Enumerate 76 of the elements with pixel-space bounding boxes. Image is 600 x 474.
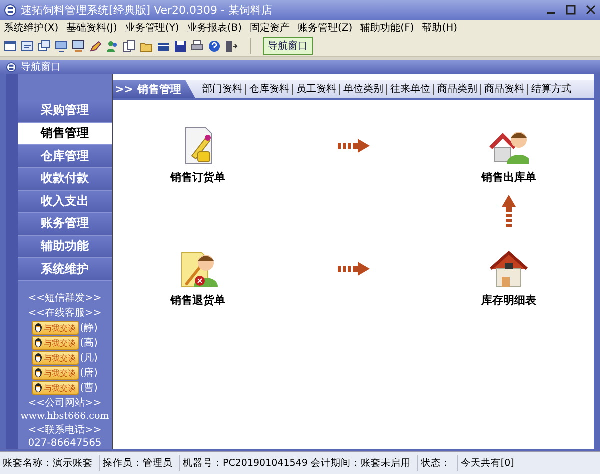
contact-name: (高)	[80, 336, 98, 350]
status-text: 机器号：PC201901041549 会计期间：账套未启用	[180, 455, 418, 471]
panel-title: >> 销售管理	[113, 80, 196, 98]
chat-badge-text: 与我交谈	[44, 368, 76, 378]
sidebar-link[interactable]: <<在线客服>>	[28, 306, 102, 320]
chat-badge-text: 与我交谈	[44, 322, 76, 334]
node-label[interactable]: 销售退货单	[170, 293, 226, 308]
sidebar-link[interactable]: <<联系电话>>	[28, 423, 102, 437]
contact-name: (唐)	[80, 366, 98, 380]
dashed-arrow-icon	[338, 138, 370, 152]
header-link[interactable]: 商品类别	[433, 84, 480, 94]
print-icon[interactable]	[191, 40, 204, 52]
header-link[interactable]: 员工资料	[292, 84, 340, 94]
sidebar-item[interactable]: 账务管理	[18, 213, 112, 236]
sidebar-item[interactable]: 销售管理	[18, 122, 112, 146]
menu-item[interactable]: 业务报表(B)	[187, 21, 242, 35]
menu-item[interactable]: 账务管理(Z)	[298, 21, 353, 35]
sidebar-item[interactable]: 采购管理	[18, 100, 112, 123]
sidebar-item[interactable]: 收款付款	[18, 168, 112, 190]
status-text: 操作员：管理员	[100, 455, 180, 471]
pen-icon[interactable]	[89, 40, 102, 52]
people-icon[interactable]	[106, 40, 119, 52]
chat-badge-text: 与我交谈	[44, 338, 76, 348]
dashed-arrow-icon	[338, 262, 370, 276]
sidebar-item[interactable]: 收入支出	[18, 190, 112, 214]
help-icon[interactable]	[208, 40, 221, 52]
header-link[interactable]: 单位类别	[339, 84, 386, 94]
node-label[interactable]: 库存明细表	[482, 293, 536, 308]
menu-item[interactable]: 帮助(H)	[422, 21, 458, 35]
header-link[interactable]: 往来单位	[386, 84, 434, 94]
exit-icon[interactable]	[225, 40, 238, 52]
computer-icon[interactable]	[72, 40, 85, 52]
app-logo-icon	[6, 62, 17, 72]
menu-item[interactable]: 固定资产	[250, 21, 290, 35]
nav-window-button[interactable]: 导航窗口	[263, 37, 313, 55]
app-logo-icon	[4, 4, 17, 16]
maximize-icon[interactable]	[566, 5, 576, 15]
penguin-icon	[34, 323, 44, 333]
header-link[interactable]: 仓库资料	[245, 84, 292, 94]
penguin-icon	[34, 353, 44, 363]
contact-name: (凡)	[80, 352, 98, 365]
penguin-icon	[34, 338, 44, 348]
phone-number: 027-86647565	[28, 438, 102, 449]
dashed-arrow-icon	[502, 195, 516, 227]
window-title: 速拓饲料管理系统[经典版] Ver20.0309 - 某饲料店	[21, 2, 274, 18]
subwindow-title: 导航窗口	[21, 60, 61, 74]
menu-item[interactable]: 业务管理(Y)	[125, 21, 180, 35]
sidebar-item[interactable]: 辅助功能	[18, 236, 112, 258]
node-label[interactable]: 销售订货单	[170, 170, 226, 185]
menu-item[interactable]: 系统维护(X)	[4, 21, 59, 35]
chat-badge-text: 与我交谈	[44, 352, 76, 364]
header-link[interactable]: 结算方式	[527, 84, 574, 94]
chat-badge-text: 与我交谈	[44, 382, 76, 394]
windows-icon[interactable]	[38, 40, 51, 52]
close-icon[interactable]	[586, 5, 596, 15]
header-link[interactable]: 部门资料	[199, 84, 246, 94]
menu-item[interactable]: 基础资料(J)	[66, 21, 118, 35]
sidebar-link[interactable]: <<短信群发>>	[28, 291, 102, 305]
status-text: 状态：	[418, 455, 458, 471]
monitor-icon[interactable]	[55, 40, 68, 52]
status-text: 账套名称：演示账套	[0, 455, 100, 471]
documents-icon[interactable]	[123, 40, 136, 52]
node-label[interactable]: 销售出库单	[482, 170, 536, 185]
contact-name: (静)	[80, 322, 98, 335]
contact-name: (曹)	[80, 382, 98, 395]
sidebar-link[interactable]: <<公司网站>>	[28, 396, 102, 410]
menu-item[interactable]: 辅助功能(F)	[360, 21, 414, 35]
penguin-icon	[34, 368, 44, 378]
save-icon[interactable]	[174, 40, 187, 52]
website-link[interactable]: www.hbst666.com	[20, 411, 110, 422]
penguin-icon	[34, 383, 44, 393]
window-icon[interactable]	[4, 40, 17, 52]
header-link[interactable]: 商品资料	[480, 84, 528, 94]
form-icon[interactable]	[21, 40, 34, 52]
house-icon[interactable]	[489, 249, 529, 289]
status-text: 今天共有[0]	[460, 456, 516, 470]
